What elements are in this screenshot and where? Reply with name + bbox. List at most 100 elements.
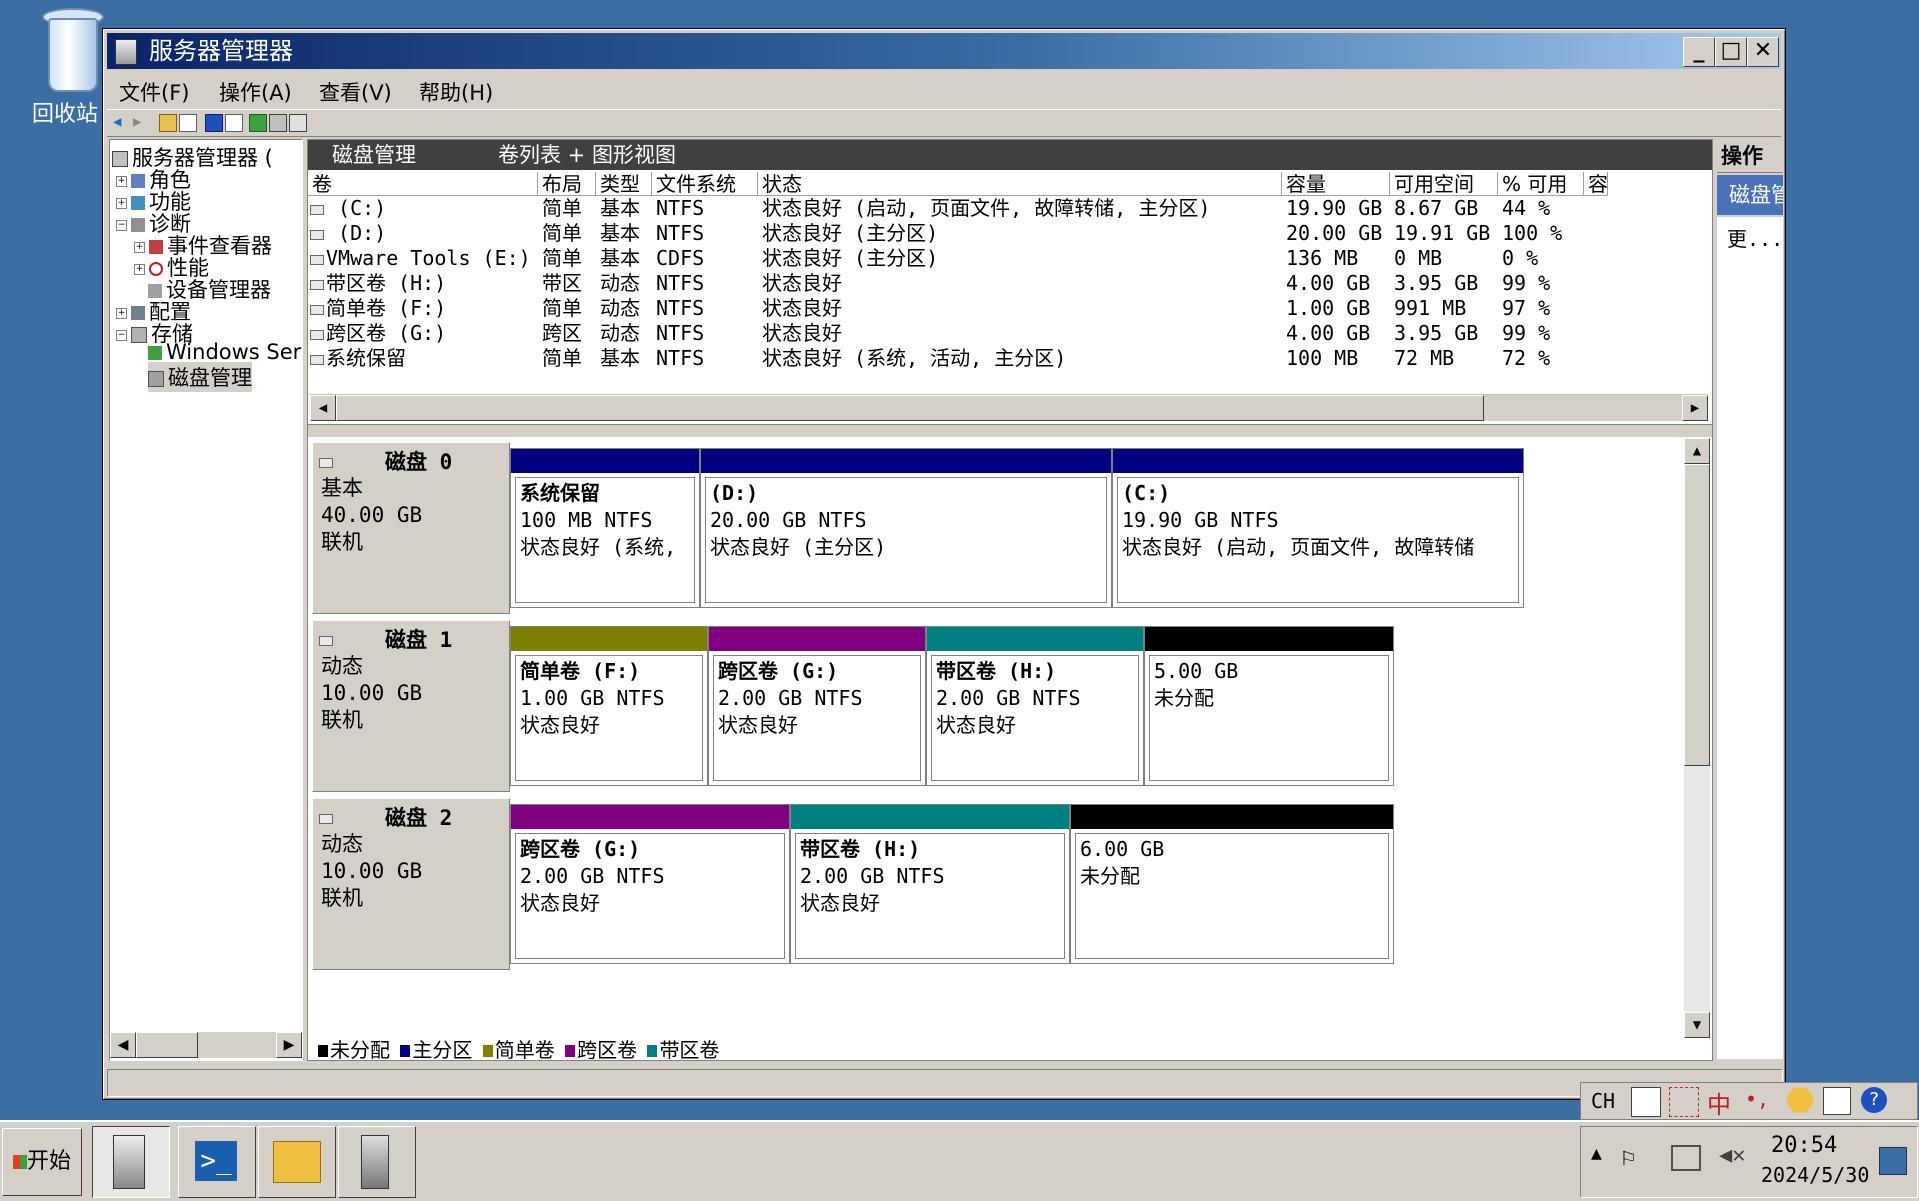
- clock-date[interactable]: 2024/5/30: [1761, 1163, 1869, 1187]
- volume-status: 状态良好 (主分区): [762, 246, 939, 270]
- column-header-fault-tolerance[interactable]: 容: [1584, 172, 1608, 196]
- tree-label: 磁盘管理: [168, 366, 252, 390]
- partition-striped-h[interactable]: 带区卷 (H:) 2.00 GB NTFS 状态良好: [790, 804, 1070, 964]
- settings-icon[interactable]: [289, 114, 307, 132]
- recycle-bin-desktop-icon[interactable]: 回收站: [30, 6, 112, 128]
- volume-row[interactable]: 带区卷 (H:) 带区 动态 NTFS 状态良好 4.00 GB 3.95 GB…: [308, 271, 1608, 296]
- refresh-icon[interactable]: [249, 114, 267, 132]
- partition-striped-h[interactable]: 带区卷 (H:) 2.00 GB NTFS 状态良好: [926, 626, 1144, 786]
- help-icon[interactable]: ?: [1861, 1087, 1887, 1113]
- network-icon[interactable]: [1671, 1145, 1701, 1171]
- ime-chinese-mode[interactable]: 中: [1707, 1085, 1731, 1120]
- title-bar[interactable]: 服务器管理器 _ □ ✕: [107, 33, 1781, 69]
- rescan-disks-icon[interactable]: [269, 114, 287, 132]
- column-header-free-space[interactable]: 可用空间: [1390, 172, 1498, 196]
- clock-time[interactable]: 20:54: [1771, 1133, 1837, 1158]
- scroll-down-icon[interactable]: ▼: [1684, 1012, 1710, 1038]
- scroll-left-icon[interactable]: ◀: [310, 395, 336, 421]
- show-desktop-icon[interactable]: [1879, 1147, 1907, 1175]
- show-hide-tree-icon[interactable]: [179, 114, 197, 132]
- column-header-percent-free[interactable]: % 可用: [1498, 172, 1584, 196]
- minimize-button[interactable]: _: [1683, 37, 1715, 67]
- disk-1-info[interactable]: 磁盘 1 动态 10.00 GB 联机: [312, 620, 510, 792]
- expand-icon[interactable]: +: [116, 175, 127, 187]
- language-indicator[interactable]: CH: [1591, 1089, 1615, 1113]
- scroll-thumb[interactable]: [1684, 464, 1710, 766]
- partition-unallocated[interactable]: 6.00 GB 未分配: [1070, 804, 1394, 964]
- scroll-up-icon[interactable]: ▲: [1684, 438, 1710, 464]
- column-header-layout[interactable]: 布局: [538, 172, 596, 196]
- menu-view[interactable]: 查看(V): [319, 77, 392, 107]
- action-more[interactable]: 更...: [1727, 223, 1781, 252]
- collapse-icon[interactable]: −: [116, 329, 127, 341]
- taskbar-explorer[interactable]: [258, 1126, 336, 1198]
- scroll-right-icon[interactable]: ▶: [1682, 395, 1708, 421]
- column-header-type[interactable]: 类型: [596, 172, 652, 196]
- help-icon[interactable]: [205, 114, 223, 132]
- volume-row[interactable]: 简单卷 (F:) 简单 动态 NTFS 状态良好 1.00 GB 991 MB …: [308, 296, 1608, 321]
- partition-status: 状态良好 (系统,: [520, 535, 677, 559]
- scroll-thumb[interactable]: [136, 1032, 198, 1058]
- partition-system-reserved[interactable]: 系统保留 100 MB NTFS 状态良好 (系统,: [510, 448, 700, 608]
- show-hidden-icons-icon[interactable]: ▲: [1591, 1143, 1602, 1164]
- volume-row[interactable]: VMware Tools (E:) 简单 基本 CDFS 状态良好 (主分区) …: [308, 246, 1608, 271]
- volume-muted-icon[interactable]: ◀✕: [1719, 1143, 1746, 1168]
- disk-view-vertical-scrollbar[interactable]: ▲ ▼: [1684, 438, 1710, 1038]
- scroll-right-icon[interactable]: ▶: [276, 1032, 302, 1058]
- punctuation-mode-icon[interactable]: •,: [1745, 1087, 1769, 1111]
- ime-tool-icon[interactable]: [1787, 1087, 1813, 1113]
- tree-item-windows-server-backup[interactable]: Windows Ser: [148, 340, 301, 364]
- partition-c[interactable]: (C:) 19.90 GB NTFS 状态良好 (启动, 页面文件, 故障转储: [1112, 448, 1524, 608]
- partition-unallocated[interactable]: 5.00 GB 未分配: [1144, 626, 1394, 786]
- taskbar-tools[interactable]: [338, 1126, 416, 1198]
- ime-mspy-icon[interactable]: [1631, 1087, 1661, 1117]
- tree-label: Windows Ser: [166, 340, 302, 364]
- collapse-icon[interactable]: −: [116, 219, 127, 231]
- column-header-capacity[interactable]: 容量: [1282, 172, 1390, 196]
- volume-row[interactable]: 系统保留 简单 基本 NTFS 状态良好 (系统, 活动, 主分区) 100 M…: [308, 346, 1608, 371]
- column-header-filesystem[interactable]: 文件系统: [652, 172, 758, 196]
- expand-icon[interactable]: +: [134, 241, 145, 253]
- volume-row[interactable]: (D:) 简单 基本 NTFS 状态良好 (主分区) 20.00 GB 19.9…: [308, 221, 1608, 246]
- column-header-status[interactable]: 状态: [758, 172, 1282, 196]
- maximize-button[interactable]: □: [1715, 37, 1747, 67]
- menu-file[interactable]: 文件(F): [119, 77, 189, 107]
- tree-horizontal-scrollbar[interactable]: ◀ ▶: [110, 1032, 302, 1058]
- expand-icon[interactable]: +: [134, 263, 145, 275]
- tree-item-disk-management[interactable]: 磁盘管理: [148, 362, 252, 392]
- pane-splitter[interactable]: [308, 424, 1712, 438]
- up-folder-icon[interactable]: [159, 114, 177, 132]
- menu-help[interactable]: 帮助(H): [419, 77, 493, 107]
- scroll-thumb[interactable]: [336, 395, 1484, 421]
- partition-spanned-g[interactable]: 跨区卷 (G:) 2.00 GB NTFS 状态良好: [708, 626, 926, 786]
- start-button[interactable]: 开始: [2, 1128, 82, 1196]
- partition-spanned-g[interactable]: 跨区卷 (G:) 2.00 GB NTFS 状态良好: [510, 804, 790, 964]
- partition-d[interactable]: (D:) 20.00 GB NTFS 状态良好 (主分区): [700, 448, 1112, 608]
- volume-row[interactable]: (C:) 简单 基本 NTFS 状态良好 (启动, 页面文件, 故障转储, 主分…: [308, 196, 1608, 221]
- volume-row[interactable]: 跨区卷 (G:) 跨区 动态 NTFS 状态良好 4.00 GB 3.95 GB…: [308, 321, 1608, 346]
- disk-2-info[interactable]: 磁盘 2 动态 10.00 GB 联机: [312, 798, 510, 970]
- expand-icon[interactable]: +: [116, 307, 127, 319]
- partition-simple-f[interactable]: 简单卷 (F:) 1.00 GB NTFS 状态良好: [510, 626, 708, 786]
- actions-section-header[interactable]: 磁盘管理: [1717, 175, 1783, 215]
- volume-filesystem: NTFS: [656, 321, 705, 345]
- menu-action[interactable]: 操作(A): [219, 77, 292, 107]
- close-button[interactable]: ✕: [1747, 37, 1779, 67]
- taskbar-server-manager[interactable]: [92, 1126, 170, 1198]
- ime-pad-icon[interactable]: [1823, 1087, 1851, 1115]
- back-arrow-icon[interactable]: ◀: [113, 114, 129, 130]
- legend-swatch: [400, 1045, 411, 1057]
- expand-icon[interactable]: +: [116, 197, 127, 209]
- forward-arrow-icon[interactable]: ▶: [133, 114, 149, 130]
- volume-capacity: 1.00 GB: [1286, 296, 1371, 320]
- volume-icon: [310, 204, 324, 215]
- volume-list-horizontal-scrollbar[interactable]: ◀ ▶: [310, 394, 1708, 421]
- taskbar-powershell[interactable]: >_: [178, 1126, 256, 1198]
- column-header-volume[interactable]: 卷: [308, 172, 538, 196]
- volume-percent-free: 72 %: [1502, 346, 1551, 370]
- ime-mode-icon[interactable]: [1669, 1087, 1699, 1117]
- disk-0-info[interactable]: 磁盘 0 基本 40.00 GB 联机: [312, 442, 510, 614]
- properties-icon[interactable]: [225, 114, 243, 132]
- scroll-left-icon[interactable]: ◀: [110, 1032, 136, 1058]
- action-center-flag-icon[interactable]: ⚐: [1621, 1143, 1635, 1171]
